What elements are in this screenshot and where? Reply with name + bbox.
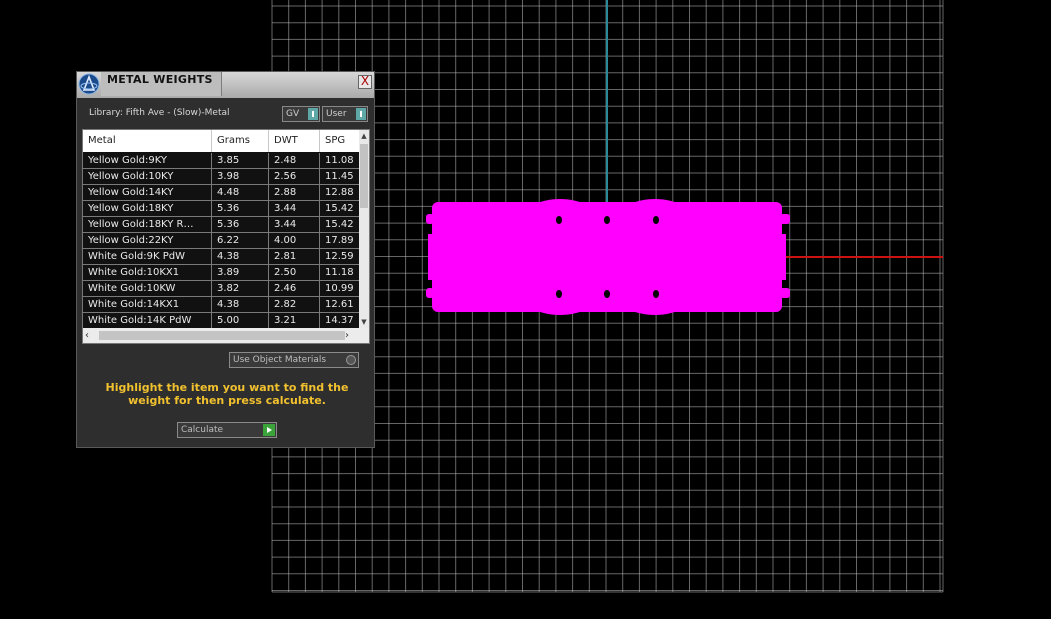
table-cell: 2.50: [269, 265, 320, 280]
table-cell: 3.21: [269, 313, 320, 328]
table-cell: 14.37: [325, 315, 354, 326]
column-header-metal[interactable]: Metal: [83, 130, 212, 152]
toggle-icon: [356, 108, 366, 120]
metal-table: Metal Grams DWT SPG Yellow Gold:9KY 3.85 2…: [82, 129, 370, 344]
table-cell: 4.00: [269, 233, 320, 248]
instruction-text: Highlight the item you want to find the …: [105, 381, 349, 407]
table-cell: White Gold:10KX1: [83, 265, 212, 280]
table-cell: 5.36: [212, 217, 269, 232]
table-cell: 2.82: [269, 297, 320, 312]
table-cell: 5.36: [212, 201, 269, 216]
user-toggle-label: User: [326, 109, 347, 119]
chevron-right-icon[interactable]: ›: [345, 328, 357, 343]
horizontal-scrollbar[interactable]: ‹ ›: [83, 328, 369, 343]
table-cell: 10.99: [325, 283, 354, 294]
checkbox-icon[interactable]: [346, 355, 356, 365]
table-cell: 2.56: [269, 169, 320, 184]
calculate-label: Calculate: [181, 425, 224, 435]
table-cell: Yellow Gold:18KY: [83, 201, 212, 216]
table-cell: 5.00: [212, 313, 269, 328]
user-toggle[interactable]: User: [322, 106, 368, 122]
table-cell: 3.89: [212, 265, 269, 280]
table-row[interactable]: Yellow Gold:14KY 4.48 2.88 12.88: [83, 185, 359, 201]
table-row[interactable]: White Gold:10KW 3.82 2.46 10.99: [83, 281, 359, 297]
table-cell: 2.88: [269, 185, 320, 200]
table-cell: 2.46: [269, 281, 320, 296]
horizontal-scroll-thumb[interactable]: [99, 331, 345, 340]
table-cell: Yellow Gold:14KY: [83, 185, 212, 200]
table-cell: White Gold:14KX1: [83, 297, 212, 312]
table-cell: Yellow Gold:18KY R…: [83, 217, 212, 232]
table-cell: White Gold:14K PdW: [83, 313, 212, 328]
table-row[interactable]: Yellow Gold:22KY 6.22 4.00 17.89: [83, 233, 359, 249]
table-cell: 15.42: [325, 219, 354, 230]
table-cell: 3.82: [212, 281, 269, 296]
vertical-scroll-thumb[interactable]: [360, 144, 368, 208]
table-cell: 6.22: [212, 233, 269, 248]
chevron-down-icon[interactable]: ▼: [359, 316, 369, 328]
library-label: Library: Fifth Ave - (Slow)-Metal: [89, 108, 230, 118]
metal-weights-panel: METAL WEIGHTS X Library: Fifth Ave - (Sl…: [76, 71, 375, 448]
table-row[interactable]: White Gold:14KX1 4.38 2.82 12.61: [83, 297, 359, 313]
table-row[interactable]: Yellow Gold:18KY R… 5.36 3.44 15.42: [83, 217, 359, 233]
panel-titlebar[interactable]: METAL WEIGHTS X: [77, 72, 374, 98]
play-arrow-icon: [263, 424, 275, 436]
table-header: Metal Grams DWT SPG: [83, 130, 359, 152]
table-row[interactable]: Yellow Gold:9KY 3.85 2.48 11.08: [83, 153, 359, 169]
table-row[interactable]: White Gold:9K PdW 4.38 2.81 12.59: [83, 249, 359, 265]
gv-toggle-label: GV: [286, 109, 300, 119]
app-logo-icon: [78, 73, 100, 95]
use-object-materials-label: Use Object Materials: [233, 355, 327, 365]
use-object-materials-checkbox[interactable]: Use Object Materials: [229, 352, 359, 368]
table-cell: 12.61: [325, 299, 354, 310]
magenta-ring-object[interactable]: [426, 199, 790, 315]
column-header-dwt[interactable]: DWT: [269, 130, 320, 152]
table-cell: 11.08: [325, 155, 354, 166]
table-body: Yellow Gold:9KY 3.85 2.48 11.08 Yellow Gold:…: [83, 153, 359, 329]
vertical-scrollbar[interactable]: ▲ ▼: [359, 130, 369, 328]
table-row[interactable]: White Gold:10KX1 3.89 2.50 11.18: [83, 265, 359, 281]
table-cell: 15.42: [325, 203, 354, 214]
table-cell: 3.44: [269, 201, 320, 216]
table-row[interactable]: Yellow Gold:10KY 3.98 2.56 11.45: [83, 169, 359, 185]
table-cell: Yellow Gold:22KY: [83, 233, 212, 248]
table-cell: 4.38: [212, 297, 269, 312]
table-cell: Yellow Gold:9KY: [83, 153, 212, 168]
table-cell: 12.88: [325, 187, 354, 198]
gv-toggle[interactable]: GV: [282, 106, 320, 122]
table-cell: 2.81: [269, 249, 320, 264]
table-cell: 11.18: [325, 267, 354, 278]
column-header-grams[interactable]: Grams: [212, 130, 269, 152]
table-cell: 4.48: [212, 185, 269, 200]
table-row[interactable]: White Gold:14K PdW 5.00 3.21 14.37: [83, 313, 359, 329]
close-icon[interactable]: X: [358, 75, 372, 89]
table-cell: White Gold:9K PdW: [83, 249, 212, 264]
column-header-spg[interactable]: SPG: [320, 130, 359, 152]
table-cell: Yellow Gold:10KY: [83, 169, 212, 184]
toggle-icon: [308, 108, 318, 120]
table-cell: 4.38: [212, 249, 269, 264]
panel-title: METAL WEIGHTS: [107, 73, 213, 86]
chevron-left-icon[interactable]: ‹: [85, 328, 97, 343]
table-row[interactable]: Yellow Gold:18KY 5.36 3.44 15.42: [83, 201, 359, 217]
table-cell: White Gold:10KW: [83, 281, 212, 296]
table-cell: 17.89: [325, 235, 354, 246]
table-cell: 3.44: [269, 217, 320, 232]
calculate-button[interactable]: Calculate: [177, 422, 277, 438]
chevron-up-icon[interactable]: ▲: [359, 130, 369, 142]
table-cell: 11.45: [325, 171, 354, 182]
table-cell: 3.98: [212, 169, 269, 184]
table-cell: 2.48: [269, 153, 320, 168]
table-cell: 12.59: [325, 251, 354, 262]
table-cell: 3.85: [212, 153, 269, 168]
